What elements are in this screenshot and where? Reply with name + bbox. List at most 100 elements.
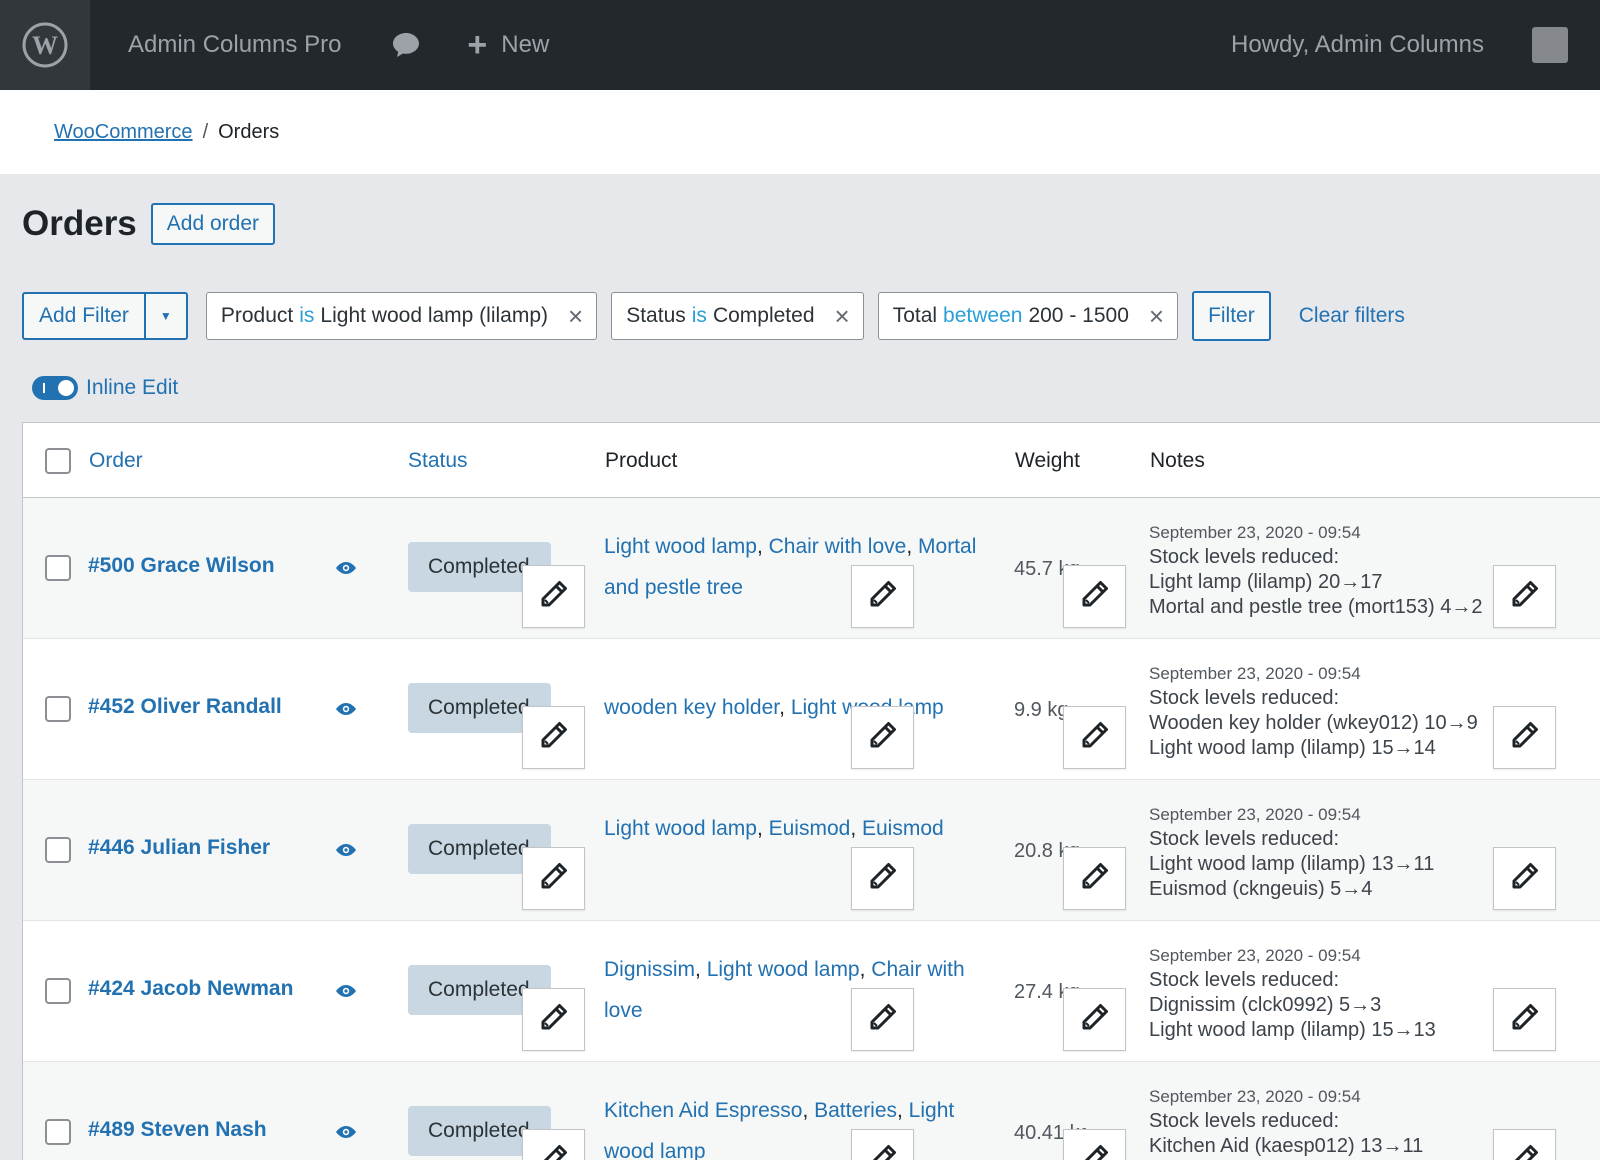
edit-weight-button[interactable] xyxy=(1063,1129,1126,1160)
notes-cell: September 23, 2020 - 09:54 Stock levels r… xyxy=(1149,1084,1519,1159)
note-date: September 23, 2020 - 09:54 xyxy=(1149,805,1361,824)
select-all-checkbox[interactable] xyxy=(45,423,71,498)
pencil-icon xyxy=(1079,1001,1111,1038)
pencil-icon xyxy=(538,578,570,615)
edit-weight-button[interactable] xyxy=(1063,988,1126,1051)
edit-weight-button[interactable] xyxy=(1063,565,1126,628)
order-link[interactable]: #489 Steven Nash xyxy=(88,1118,267,1142)
note-line: Light wood lamp (lilamp) 15→14 xyxy=(1149,737,1436,759)
row-checkbox[interactable] xyxy=(45,696,71,722)
note-line: Euismod (ckngeuis) 5→4 xyxy=(1149,878,1373,900)
filter-button[interactable]: Filter xyxy=(1192,291,1271,341)
edit-notes-button[interactable] xyxy=(1493,988,1556,1051)
column-header-notes: Notes xyxy=(1150,448,1205,472)
avatar[interactable] xyxy=(1532,27,1568,63)
product-link[interactable]: Light wood lamp xyxy=(707,958,860,981)
notes-cell: September 23, 2020 - 09:54 Stock levels r… xyxy=(1149,520,1519,620)
breadcrumb-woocommerce-link[interactable]: WooCommerce xyxy=(54,121,193,144)
edit-status-button[interactable] xyxy=(522,1129,585,1160)
note-date: September 23, 2020 - 09:54 xyxy=(1149,946,1361,965)
product-link[interactable]: Euismod xyxy=(769,817,851,840)
filter-chip-field: Total xyxy=(892,304,938,327)
product-link[interactable]: Euismod xyxy=(862,817,944,840)
eye-icon[interactable] xyxy=(334,560,358,581)
pencil-icon xyxy=(538,1142,570,1160)
edit-weight-button[interactable] xyxy=(1063,847,1126,910)
close-icon[interactable]: × xyxy=(1149,303,1164,329)
product-link[interactable]: Kitchen Aid Espresso xyxy=(604,1099,802,1122)
edit-product-button[interactable] xyxy=(851,847,914,910)
filter-chip-field: Status xyxy=(626,304,686,327)
breadcrumb-current: Orders xyxy=(218,120,280,143)
filter-chip-product[interactable]: Product is Light wood lamp (lilamp) × xyxy=(205,292,598,340)
caret-down-icon[interactable]: ▼ xyxy=(143,294,186,338)
note-line: Stock levels reduced: xyxy=(1149,969,1340,991)
filter-chip-total[interactable]: Total between 200 - 1500 × xyxy=(877,292,1179,340)
product-list: Light wood lamp, Chair with love, Mortal… xyxy=(604,535,977,599)
add-filter-label: Add Filter xyxy=(39,304,129,327)
eye-icon[interactable] xyxy=(334,701,358,722)
plus-icon: + xyxy=(467,26,488,64)
table-row: #489 Steven Nash Completed Kitchen Aid Esp… xyxy=(23,1062,1600,1160)
table-row: #500 Grace Wilson Completed Light wood lam… xyxy=(23,498,1600,639)
close-icon[interactable]: × xyxy=(568,303,583,329)
note-date: September 23, 2020 - 09:54 xyxy=(1149,523,1361,542)
order-link[interactable]: #424 Jacob Newman xyxy=(88,977,293,1001)
product-link[interactable]: Batteries xyxy=(814,1099,897,1122)
order-link[interactable]: #500 Grace Wilson xyxy=(88,554,275,578)
row-checkbox[interactable] xyxy=(45,837,71,863)
filter-bar: Add Filter ▼ Product is Light wood lamp … xyxy=(22,291,1405,341)
product-link[interactable]: Dignissim xyxy=(604,958,695,981)
edit-product-button[interactable] xyxy=(851,1129,914,1160)
eye-icon[interactable] xyxy=(334,1124,358,1145)
edit-notes-button[interactable] xyxy=(1493,565,1556,628)
svg-text:W: W xyxy=(32,31,58,60)
table-row: #424 Jacob Newman Completed Dignissim, Lig… xyxy=(23,921,1600,1062)
edit-status-button[interactable] xyxy=(522,706,585,769)
edit-product-button[interactable] xyxy=(851,706,914,769)
column-header-weight: Weight xyxy=(1015,448,1080,472)
edit-notes-button[interactable] xyxy=(1493,847,1556,910)
edit-product-button[interactable] xyxy=(851,565,914,628)
pencil-icon xyxy=(1509,578,1541,615)
edit-notes-button[interactable] xyxy=(1493,1129,1556,1160)
edit-status-button[interactable] xyxy=(522,565,585,628)
column-header-status[interactable]: Status xyxy=(408,423,468,498)
edit-status-button[interactable] xyxy=(522,988,585,1051)
column-header-order[interactable]: Order xyxy=(89,423,143,498)
comments-icon[interactable] xyxy=(391,31,421,59)
new-content-button[interactable]: + New xyxy=(467,28,549,62)
edit-weight-button[interactable] xyxy=(1063,706,1126,769)
order-link[interactable]: #452 Oliver Randall xyxy=(88,695,282,719)
inline-edit-label: Inline Edit xyxy=(86,376,179,399)
edit-notes-button[interactable] xyxy=(1493,706,1556,769)
inline-edit-toggle[interactable] xyxy=(32,376,78,400)
row-checkbox[interactable] xyxy=(45,978,71,1004)
product-link[interactable]: Light wood lamp xyxy=(604,535,757,558)
pencil-icon xyxy=(1079,578,1111,615)
wordpress-logo-icon[interactable]: W xyxy=(0,0,90,90)
pencil-icon xyxy=(1079,1142,1111,1160)
clear-filters-link[interactable]: Clear filters xyxy=(1299,304,1405,328)
filter-chip-status[interactable]: Status is Completed × xyxy=(611,292,864,340)
row-checkbox[interactable] xyxy=(45,555,71,581)
row-checkbox[interactable] xyxy=(45,1119,71,1145)
product-link[interactable]: Chair with love xyxy=(769,535,907,558)
product-list: Light wood lamp, Euismod, Euismod xyxy=(604,817,944,840)
pencil-icon xyxy=(538,1001,570,1038)
product-link[interactable]: wooden key holder xyxy=(604,696,779,719)
account-menu[interactable]: Howdy, Admin Columns xyxy=(1231,31,1484,59)
add-filter-button[interactable]: Add Filter ▼ xyxy=(22,292,188,340)
pencil-icon xyxy=(867,578,899,615)
site-name-link[interactable]: Admin Columns Pro xyxy=(128,31,341,59)
pencil-icon xyxy=(1509,1142,1541,1160)
order-link[interactable]: #446 Julian Fisher xyxy=(88,836,270,860)
eye-icon[interactable] xyxy=(334,983,358,1004)
edit-product-button[interactable] xyxy=(851,988,914,1051)
product-link[interactable]: Light wood lamp xyxy=(604,817,757,840)
add-order-button[interactable]: Add order xyxy=(150,203,276,245)
close-icon[interactable]: × xyxy=(835,303,850,329)
eye-icon[interactable] xyxy=(334,842,358,863)
edit-status-button[interactable] xyxy=(522,847,585,910)
note-line: Dignissim (clck0992) 5→3 xyxy=(1149,994,1382,1016)
